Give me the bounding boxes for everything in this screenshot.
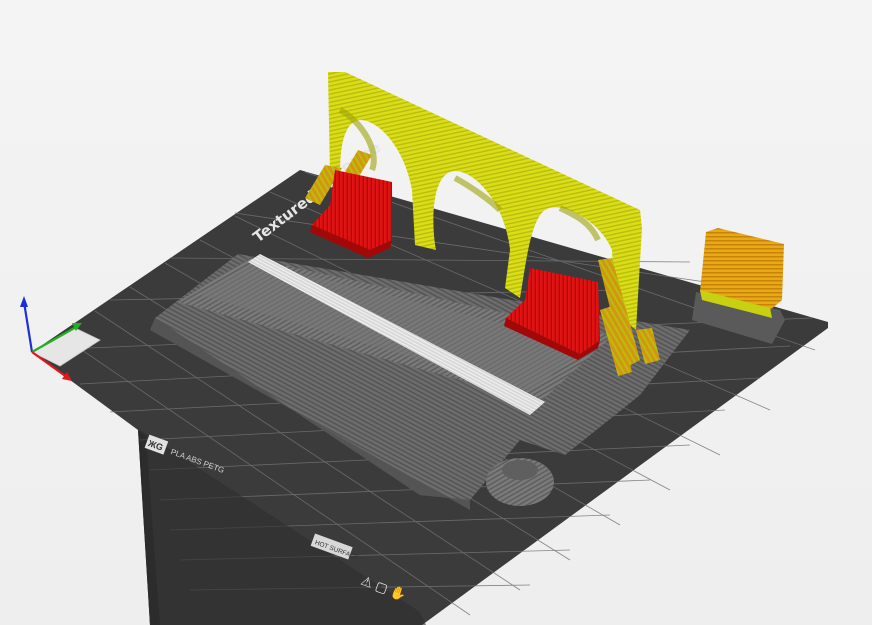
3d-viewport[interactable]: Textured PEI Plate ЖG PLA ABS PETG HOT S… bbox=[0, 0, 872, 625]
